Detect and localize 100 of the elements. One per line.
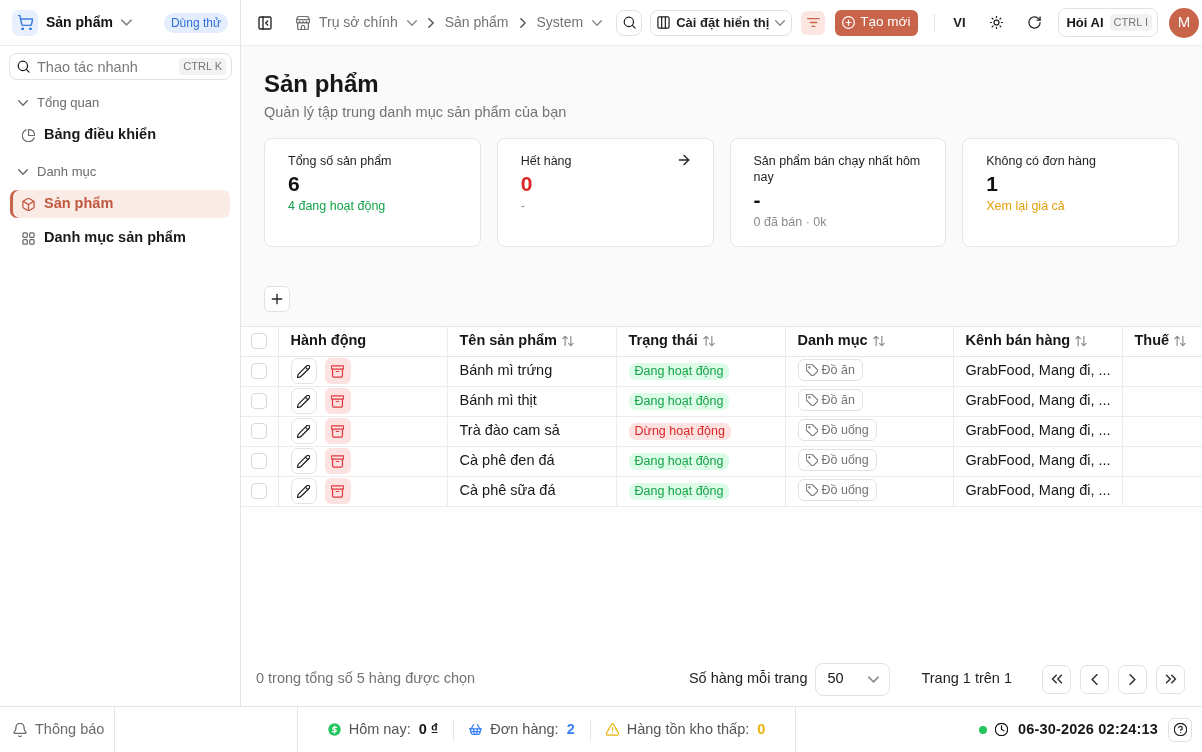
ask-ai-button[interactable]: Hỏi AI CTRL I xyxy=(1058,8,1158,37)
product-name: Bánh mì thịt xyxy=(459,392,537,409)
columns-icon xyxy=(657,16,671,29)
last-page-button[interactable] xyxy=(1156,664,1185,694)
status-badge: Dừng hoạt động xyxy=(628,423,731,441)
next-page-button[interactable] xyxy=(1118,664,1147,694)
double-chevron-left-icon xyxy=(1050,673,1063,685)
row-checkbox[interactable] xyxy=(251,363,268,379)
sun-icon xyxy=(990,16,1003,29)
language-button[interactable]: VI xyxy=(946,9,973,36)
archive-icon xyxy=(331,484,344,498)
pie-chart-icon xyxy=(22,128,35,142)
stat-label: Sản phẩm bán chạy nhất hôm nay xyxy=(753,153,922,185)
row-checkbox[interactable] xyxy=(251,423,268,439)
page-subtitle: Quản lý tập trung danh mục sản phẩm của bạn xyxy=(264,103,568,122)
column-header[interactable]: Thuế xyxy=(1134,330,1187,353)
status-badge: Đang hoạt động xyxy=(628,483,730,501)
grid-icon xyxy=(22,231,35,245)
metric-value: 2 xyxy=(566,719,575,739)
archive-button[interactable] xyxy=(324,478,351,504)
edit-button[interactable] xyxy=(290,418,317,444)
column-header[interactable]: Tên sản phẩm xyxy=(459,330,574,353)
edit-button[interactable] xyxy=(290,478,317,504)
sidebar-toggle-button[interactable] xyxy=(258,15,272,30)
tag-icon xyxy=(805,454,818,467)
filter-button[interactable] xyxy=(801,10,826,35)
app-switcher[interactable]: Sản phẩm xyxy=(46,12,132,33)
view-settings-button[interactable]: Cài đặt hiển thị xyxy=(650,9,793,36)
double-chevron-right-icon xyxy=(1164,673,1177,685)
archive-icon xyxy=(331,364,344,378)
refresh-icon xyxy=(1028,16,1041,29)
edit-button[interactable] xyxy=(290,358,317,384)
tag-icon xyxy=(805,364,818,377)
status-badge: Đang hoạt động xyxy=(628,393,730,411)
chevron-right-icon xyxy=(425,17,436,28)
stat-note: Xem lại giá cả xyxy=(986,199,1065,213)
archive-button[interactable] xyxy=(324,448,351,474)
edit-button[interactable] xyxy=(290,388,317,414)
pencil-icon xyxy=(297,364,310,378)
rows-per-page-select[interactable]: 50 xyxy=(815,662,891,696)
filter-icon xyxy=(806,16,820,29)
metric-label: Hàng tồn kho thấp: xyxy=(626,719,750,739)
chevron-down-icon xyxy=(868,673,880,685)
search-button[interactable] xyxy=(616,9,643,36)
edit-button[interactable] xyxy=(290,448,317,474)
sidebar-item[interactable]: Danh mục sản phẩm xyxy=(10,224,230,252)
page-title: Sản phẩm xyxy=(264,69,380,99)
sidebar-toggle-icon xyxy=(258,15,272,30)
cart-icon xyxy=(12,9,38,36)
category-tag: Đồ ăn xyxy=(797,359,863,382)
group-toggle[interactable]: Danh mục xyxy=(18,162,97,182)
help-button[interactable] xyxy=(1168,717,1192,742)
category-tag: Đồ uống xyxy=(797,449,877,472)
select-all-checkbox[interactable] xyxy=(251,333,268,350)
column-header[interactable]: Danh mục xyxy=(797,330,885,353)
stat-value: 0 xyxy=(520,172,533,195)
user-avatar[interactable]: M xyxy=(1169,7,1199,38)
add-button[interactable] xyxy=(264,286,290,312)
bell-icon xyxy=(13,722,27,737)
row-checkbox[interactable] xyxy=(251,483,268,499)
breadcrumb-item[interactable]: Sản phẩm xyxy=(444,12,509,33)
row-checkbox[interactable] xyxy=(251,393,268,409)
stat-label: Hết hàng xyxy=(520,153,572,169)
product-name: Cà phê đen đá xyxy=(459,452,555,469)
metric-value: 0 ₫ xyxy=(418,719,439,739)
column-header: Hành động xyxy=(290,332,367,349)
product-name: Bánh mì trứng xyxy=(459,362,553,379)
box-icon xyxy=(22,197,35,211)
create-button[interactable]: Tạo mới xyxy=(835,9,919,36)
pencil-icon xyxy=(297,394,310,408)
archive-button[interactable] xyxy=(324,388,351,414)
breadcrumb-item[interactable]: System xyxy=(536,12,603,33)
row-checkbox[interactable] xyxy=(251,453,268,469)
product-name: Trà đào cam sả xyxy=(459,422,560,439)
sidebar-item[interactable]: Bảng điều khiển xyxy=(10,121,230,149)
chevron-down-icon xyxy=(592,17,603,28)
first-page-button[interactable] xyxy=(1042,664,1071,694)
sidebar-item[interactable]: Sản phẩm xyxy=(10,190,230,218)
search-icon xyxy=(17,60,30,73)
stat-value: - xyxy=(753,188,761,211)
column-header[interactable]: Trạng thái xyxy=(628,330,715,353)
breadcrumb-item[interactable]: Trụ sở chính xyxy=(296,12,417,33)
archive-icon xyxy=(331,454,344,468)
selection-summary: 0 trong tổng số 5 hàng được chọn xyxy=(256,669,476,689)
metric-label: Hôm nay: xyxy=(348,719,411,739)
search-icon xyxy=(622,16,636,29)
pencil-icon xyxy=(297,484,310,498)
tag-icon xyxy=(805,484,818,497)
chevron-down-icon xyxy=(406,17,417,28)
plan-badge: Dùng thử xyxy=(163,12,228,33)
archive-button[interactable] xyxy=(324,418,351,444)
date-time: 06-30-2026 02:24:13 xyxy=(1017,719,1158,739)
plus-circle-icon xyxy=(842,16,856,29)
notifications-button[interactable]: Thông báo xyxy=(0,707,115,752)
archive-button[interactable] xyxy=(324,358,351,384)
group-toggle[interactable]: Tổng quan xyxy=(18,93,100,113)
sales-channels: GrabFood, Mang đi, ... xyxy=(965,452,1111,469)
previous-page-button[interactable] xyxy=(1080,664,1109,694)
column-header[interactable]: Kênh bán hàng xyxy=(965,330,1088,353)
pencil-icon xyxy=(297,424,310,438)
